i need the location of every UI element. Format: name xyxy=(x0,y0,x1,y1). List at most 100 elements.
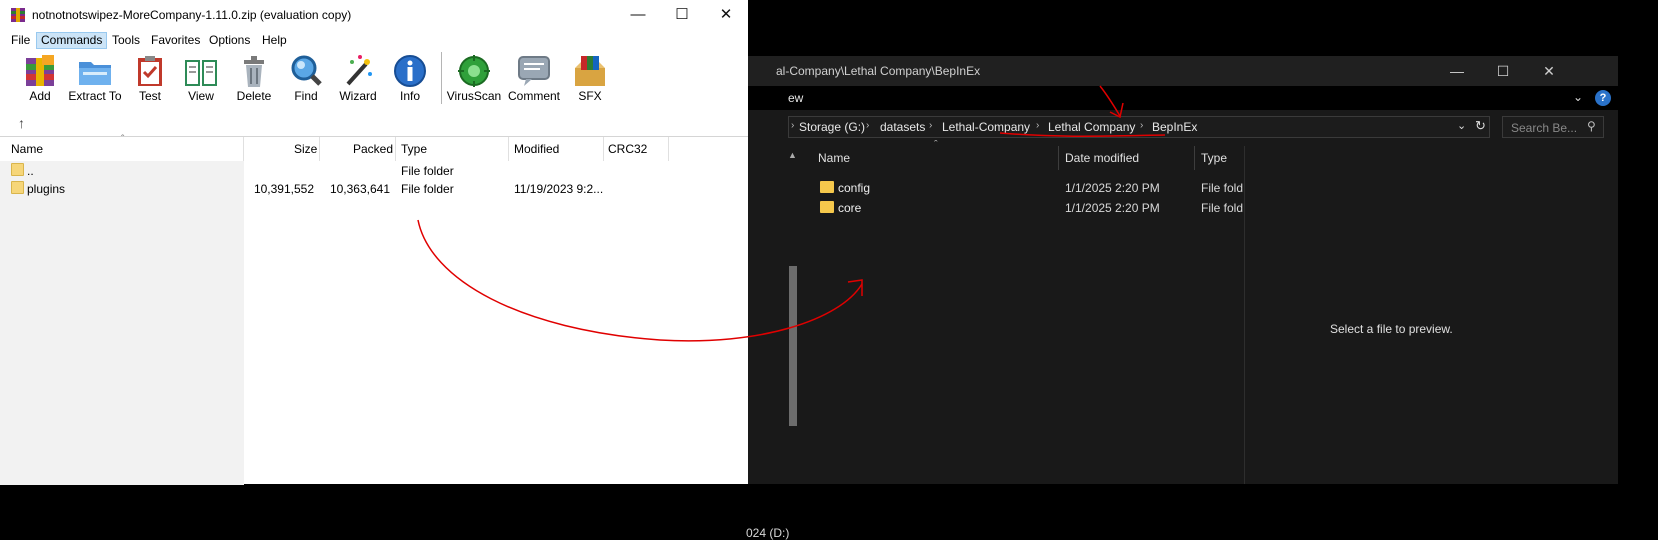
add-button[interactable]: Add xyxy=(14,50,66,108)
trash-icon xyxy=(244,56,264,87)
delete-button[interactable]: Delete xyxy=(228,50,280,108)
virusscan-button[interactable]: VirusScan xyxy=(446,50,502,108)
folder-icon xyxy=(820,201,834,213)
column-header-date-modified[interactable]: Date modified xyxy=(1065,151,1139,165)
sort-caret-icon: ˆ xyxy=(934,139,938,151)
cell-modified: 11/19/2023 9:2... xyxy=(514,182,604,196)
column-header-type[interactable]: Type xyxy=(1201,151,1227,165)
wizard-button[interactable]: Wizard xyxy=(332,50,384,108)
list-item[interactable]: core 1/1/2025 2:20 PM File fold xyxy=(804,198,1244,218)
help-icon[interactable]: ? xyxy=(1595,90,1611,106)
preview-pane: Select a file to preview. xyxy=(1245,146,1618,484)
info-button[interactable]: Info xyxy=(386,50,434,108)
chevron-down-icon[interactable]: ⌄ xyxy=(1573,90,1583,104)
column-divider[interactable] xyxy=(603,137,604,161)
magic-wand-icon xyxy=(346,55,372,86)
address-dropdown-icon[interactable]: ⌄ xyxy=(1457,119,1466,132)
winrar-window-title: notnotnotswipez-MoreCompany-1.11.0.zip (… xyxy=(32,8,352,22)
close-icon[interactable]: ✕ xyxy=(704,0,748,30)
menu-options[interactable]: Options xyxy=(205,32,254,49)
menu-commands[interactable]: Commands xyxy=(36,32,108,49)
chevron-right-icon: › xyxy=(1140,120,1144,131)
test-button[interactable]: Test xyxy=(126,50,174,108)
column-divider[interactable] xyxy=(1058,146,1059,170)
list-item[interactable]: config 1/1/2025 2:20 PM File fold xyxy=(804,178,1244,198)
column-divider[interactable] xyxy=(1194,146,1195,170)
item-date: 1/1/2025 2:20 PM xyxy=(1065,201,1160,215)
column-divider[interactable] xyxy=(243,137,244,161)
preview-message: Select a file to preview. xyxy=(1330,322,1453,336)
menu-bar: File Commands Tools Favorites Options He… xyxy=(0,30,748,50)
cell-size: 10,391,552 xyxy=(253,182,314,196)
extract-to-button[interactable]: Extract To xyxy=(66,50,124,108)
maximize-icon[interactable]: ☐ xyxy=(1480,56,1526,86)
maximize-icon[interactable]: ☐ xyxy=(660,0,704,30)
file-explorer-window: al-Company\Lethal Company\BepInEx — ☐ ✕ … xyxy=(740,56,1618,540)
find-button[interactable]: Find xyxy=(282,50,330,108)
column-header-name[interactable]: Name xyxy=(11,142,43,156)
item-type: File fold xyxy=(1201,181,1244,195)
add-label: Add xyxy=(29,89,51,103)
column-header-modified[interactable]: Modified xyxy=(514,142,559,156)
breadcrumb-datasets[interactable]: datasets xyxy=(880,120,925,134)
search-placeholder: Search Be... xyxy=(1511,121,1578,135)
sfx-button[interactable]: SFX xyxy=(566,50,614,108)
refresh-icon[interactable]: ↻ xyxy=(1475,118,1486,134)
close-icon[interactable]: ✕ xyxy=(1526,56,1572,86)
comment-bubble-icon xyxy=(518,56,550,86)
breadcrumb-lethal-company-dash[interactable]: Lethal-Company xyxy=(942,120,1030,134)
info-label: Info xyxy=(399,89,420,103)
minimize-icon[interactable]: — xyxy=(1434,56,1480,86)
nav-item-drive-d[interactable]: 024 (D:) xyxy=(746,526,789,540)
winrar-titlebar[interactable]: notnotnotswipez-MoreCompany-1.11.0.zip (… xyxy=(0,0,748,30)
nav-scrollbar-thumb[interactable] xyxy=(789,266,797,426)
cell-name: .. xyxy=(27,164,34,178)
up-arrow-icon[interactable]: ↑ xyxy=(18,115,25,131)
ribbon-tab-view[interactable]: ew xyxy=(788,91,803,105)
column-header-crc32[interactable]: CRC32 xyxy=(608,142,647,156)
cell-name: plugins xyxy=(27,182,66,196)
comment-label: Comment xyxy=(507,89,560,103)
menu-tools[interactable]: Tools xyxy=(108,32,144,49)
column-header-size[interactable]: Size xyxy=(294,142,317,156)
column-header-packed[interactable]: Packed xyxy=(353,142,393,156)
column-header-name[interactable]: Name xyxy=(818,151,850,165)
view-button[interactable]: View xyxy=(176,50,226,108)
sort-caret-icon: ˆ xyxy=(121,134,125,145)
folder-icon xyxy=(820,181,834,193)
column-divider[interactable] xyxy=(508,137,509,161)
breadcrumb-storage[interactable]: Storage (G:) xyxy=(799,120,865,134)
find-label: Find xyxy=(294,89,318,103)
column-divider[interactable] xyxy=(668,137,669,161)
explorer-window-title: al-Company\Lethal Company\BepInEx xyxy=(776,64,981,78)
menu-file[interactable]: File xyxy=(7,32,34,49)
view-book-icon xyxy=(185,60,217,86)
column-divider[interactable] xyxy=(319,137,320,161)
column-header-type[interactable]: Type xyxy=(401,142,427,156)
breadcrumb-lethal-company[interactable]: Lethal Company xyxy=(1048,120,1135,134)
menu-favorites[interactable]: Favorites xyxy=(147,32,204,49)
address-bar[interactable]: › Storage (G:) › datasets › Lethal-Compa… xyxy=(788,116,1490,138)
cell-packed: 10,363,641 xyxy=(329,182,390,196)
winrar-window: notnotnotswipez-MoreCompany-1.11.0.zip (… xyxy=(0,0,748,485)
folder-icon xyxy=(11,163,24,176)
scroll-up-icon[interactable]: ▲ xyxy=(788,150,797,160)
test-label: Test xyxy=(138,89,161,103)
sfx-label: SFX xyxy=(578,89,602,103)
extract-folder-icon xyxy=(79,62,111,85)
comment-button[interactable]: Comment xyxy=(504,50,564,108)
archive-file-list: ˆ Name Size Packed Type Modified CRC32 .… xyxy=(0,134,748,485)
toolbar-divider xyxy=(441,52,442,104)
file-list: ˆ Name Date modified Type config 1/1/202… xyxy=(804,139,1244,484)
minimize-icon[interactable]: — xyxy=(616,0,660,30)
column-divider[interactable] xyxy=(395,137,396,161)
menu-help[interactable]: Help xyxy=(258,32,291,49)
search-box[interactable]: Search Be... ⚲ xyxy=(1502,116,1604,138)
chevron-right-icon: › xyxy=(1036,120,1040,131)
explorer-titlebar[interactable]: al-Company\Lethal Company\BepInEx — ☐ ✕ xyxy=(740,56,1618,86)
breadcrumb-bepinex[interactable]: BepInEx xyxy=(1152,120,1197,134)
cell-type: File folder xyxy=(401,164,454,178)
table-row[interactable]: .. File folder xyxy=(0,162,748,180)
table-row[interactable]: plugins 10,391,552 10,363,641 File folde… xyxy=(0,180,748,198)
add-archive-icon xyxy=(26,55,54,86)
